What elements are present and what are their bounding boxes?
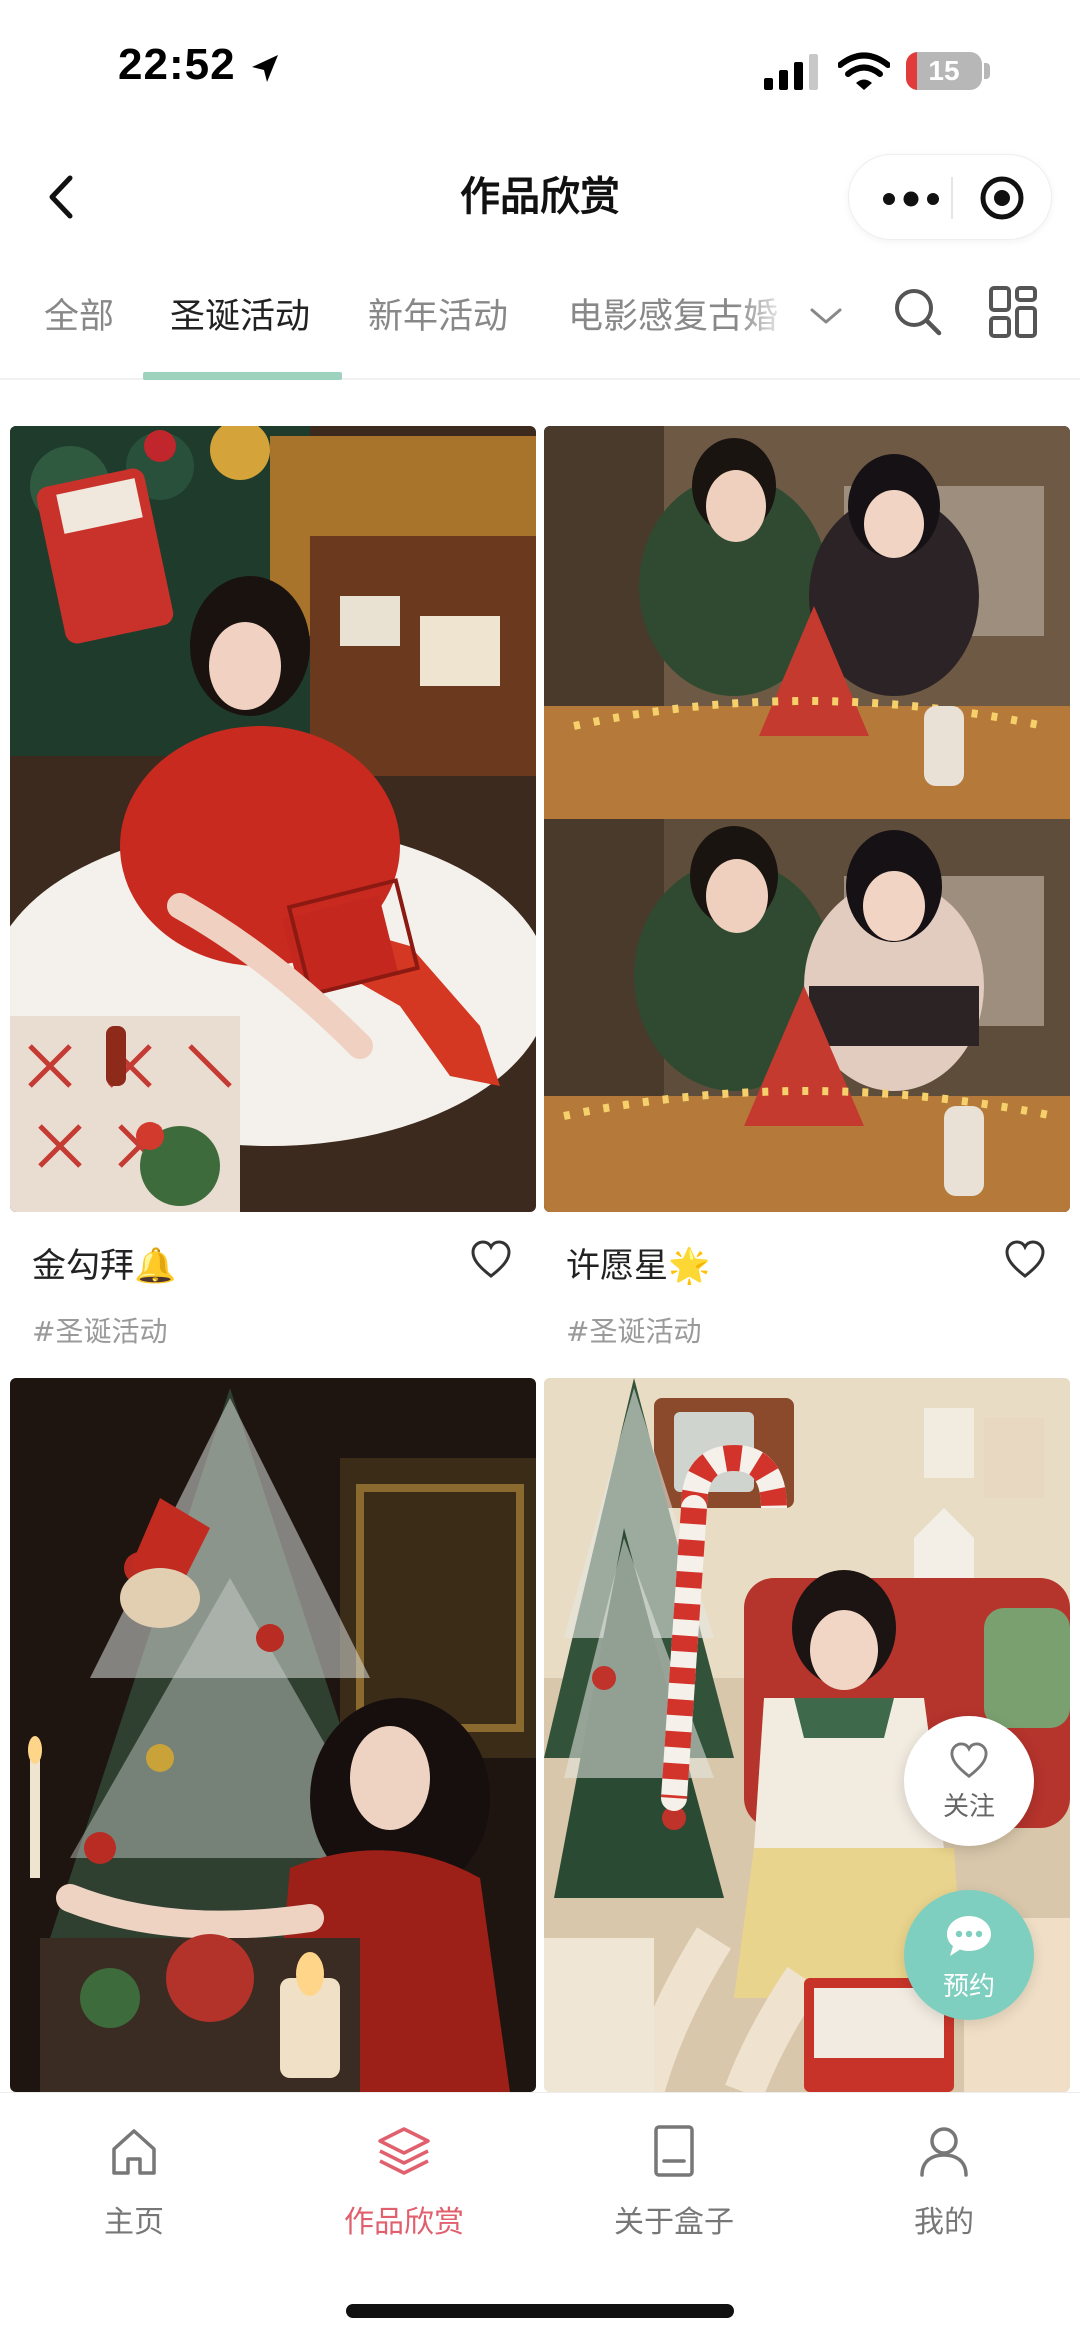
tab-fade <box>736 278 792 348</box>
chat-bubble-icon <box>947 1916 991 1956</box>
photo-christmas-girl-red-dress <box>10 426 536 1212</box>
search-icon[interactable] <box>892 282 944 342</box>
heart-icon[interactable] <box>1004 1240 1046 1280</box>
card-photo[interactable] <box>10 1378 536 2092</box>
photo-girl-christmas-tree <box>10 1378 536 2092</box>
battery-nub <box>984 63 990 79</box>
bottom-nav-home[interactable]: 主页 <box>34 2123 234 2253</box>
close-miniprogram-button[interactable] <box>979 175 1025 221</box>
more-options-button[interactable] <box>875 179 947 219</box>
bottom-nav-label: 作品欣赏 <box>344 2205 464 2240</box>
bottom-nav-label: 我的 <box>914 2205 974 2240</box>
user-icon <box>920 2127 968 2177</box>
bottom-tab-bar: 主页 作品欣赏 关于盒子 我的 <box>0 2092 1080 2340</box>
active-tab-indicator <box>143 372 342 380</box>
bottom-nav-label: 主页 <box>104 2205 164 2240</box>
follow-label: 关注 <box>942 1792 995 1822</box>
heart-icon <box>950 1742 988 1778</box>
follow-button[interactable]: 关注 <box>904 1716 1034 1846</box>
document-icon <box>654 2125 694 2177</box>
miniprogram-capsule <box>848 154 1052 240</box>
gallery-card[interactable] <box>10 1378 536 2092</box>
location-arrow-icon <box>252 55 278 82</box>
heart-icon[interactable] <box>470 1240 512 1280</box>
book-appointment-button[interactable]: 预约 <box>904 1890 1034 2020</box>
photo-couple-christmas-cake <box>544 426 1070 1212</box>
card-photo[interactable] <box>10 426 536 1212</box>
card-tag[interactable]: #圣诞活动 <box>32 1310 167 1350</box>
book-label: 预约 <box>942 1972 995 2002</box>
card-photo[interactable] <box>544 426 1070 1212</box>
capsule-divider <box>951 177 953 219</box>
battery-percent: 15 <box>928 55 960 86</box>
card-tag[interactable]: #圣诞活动 <box>566 1310 701 1350</box>
status-bar: 22:52 15 <box>0 0 1080 140</box>
gallery-card[interactable]: 许愿星🌟 #圣诞活动 <box>544 426 1070 1356</box>
wifi-icon <box>838 52 890 90</box>
bottom-nav-label: 关于盒子 <box>614 2205 734 2240</box>
bottom-nav-about[interactable]: 关于盒子 <box>574 2123 774 2253</box>
cellular-signal-icon <box>764 54 818 90</box>
gallery-card[interactable]: 金勾拜🔔 #圣诞活动 <box>10 426 536 1356</box>
category-tabs: 全部 圣诞活动 新年活动 电影感复古婚 <box>0 258 1080 380</box>
bottom-nav-gallery[interactable]: 作品欣赏 <box>304 2123 504 2253</box>
bottom-nav-me[interactable]: 我的 <box>844 2123 1044 2253</box>
card-title: 金勾拜🔔 <box>32 1246 177 1286</box>
card-title: 许愿星🌟 <box>566 1246 711 1286</box>
layers-icon <box>378 2127 430 2175</box>
status-time: 22:52 <box>118 40 236 89</box>
nav-bar: 作品欣赏 <box>0 140 1080 250</box>
grid-view-icon[interactable] <box>988 282 1040 342</box>
battery-indicator: 15 <box>906 52 982 90</box>
tab-new-year[interactable]: 新年活动 <box>368 288 508 339</box>
tab-christmas[interactable]: 圣诞活动 <box>170 288 310 339</box>
tab-all[interactable]: 全部 <box>44 288 114 339</box>
chevron-down-icon[interactable] <box>808 304 844 328</box>
home-icon <box>112 2129 156 2175</box>
home-indicator[interactable] <box>346 2304 734 2318</box>
